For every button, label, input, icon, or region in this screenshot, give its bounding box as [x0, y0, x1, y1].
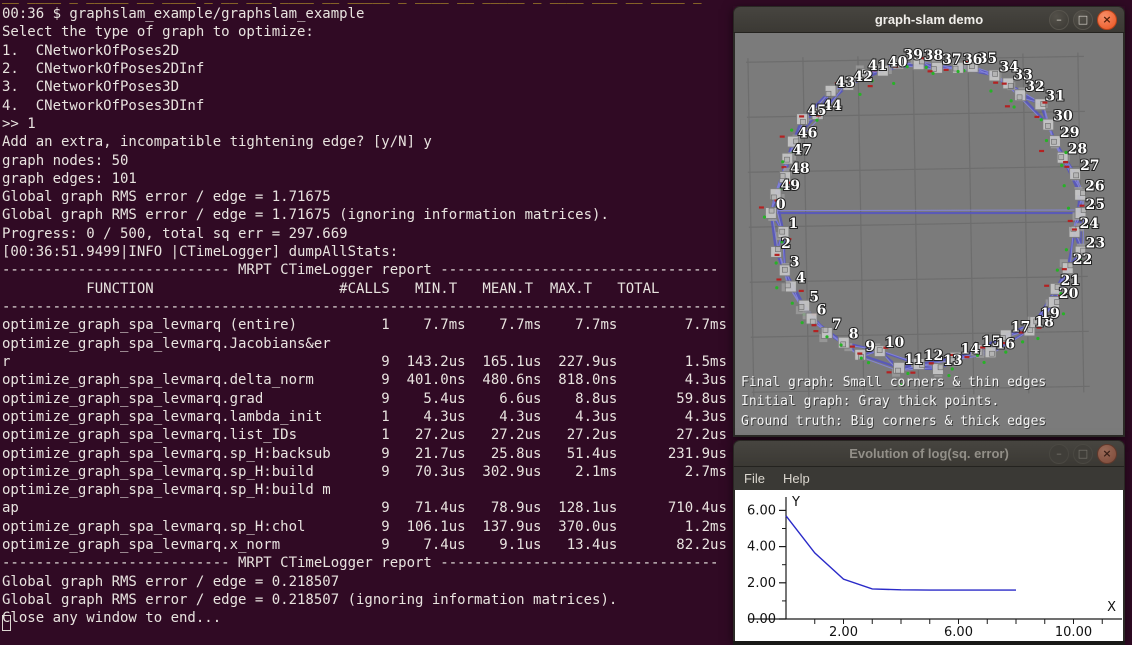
close-button[interactable]: × [1097, 444, 1117, 464]
graph-node-label: 40 [888, 55, 908, 71]
y-tick-label: 4.00 [747, 540, 776, 555]
close-button[interactable]: × [1097, 10, 1117, 30]
graph-node-label: 8 [849, 327, 859, 343]
y-tick-label: 6.00 [747, 503, 776, 518]
graph-node-label: 25 [1086, 197, 1105, 213]
plot-window-bottom-edge [733, 641, 1125, 645]
graph-node-label: 3 [790, 254, 800, 270]
graph-node-label: 46 [798, 126, 817, 142]
graph-node-label: 9 [865, 339, 875, 355]
graph-node-label: 47 [792, 143, 811, 159]
graph-window-title: graph-slam demo [875, 12, 983, 27]
graph-node-label: 19 [1040, 306, 1059, 322]
graph-node-label: 6 [817, 303, 827, 319]
graph-node-label: 1 [788, 216, 798, 232]
graph-node-label: 23 [1086, 236, 1105, 252]
error-plot-canvas: 0.00 2.00 4.00 6.00 2.00 6.00 10.00 Y X [735, 490, 1123, 641]
graph-node-label: 36 [963, 52, 982, 68]
graph-node-label: 11 [904, 352, 923, 368]
graph-window-titlebar[interactable]: graph-slam demo – □ × [733, 6, 1125, 33]
graph-node-label: 34 [999, 59, 1019, 75]
graph-node-label: 49 [781, 178, 800, 194]
graph-node-label: 12 [924, 348, 943, 364]
x-tick-label: 6.00 [944, 625, 973, 640]
graph-node-label: 29 [1060, 125, 1079, 141]
graph-node-label: 4 [796, 270, 806, 286]
graph-node-label: 7 [832, 317, 842, 333]
x-tick-label: 10.00 [1055, 625, 1092, 640]
graph-node-label: 37 [942, 52, 961, 68]
minimize-button[interactable]: – [1049, 10, 1069, 30]
graph-slam-demo-window: graph-slam demo – □ × 012345678910111213… [733, 6, 1125, 437]
graph-node-label: 27 [1080, 158, 1099, 174]
graph-node-label: 48 [790, 161, 809, 177]
graph-node-label: 14 [960, 342, 980, 358]
graph-node-label: 22 [1073, 252, 1092, 268]
graph-node-label: 31 [1045, 88, 1064, 104]
graph-legend: Final graph: Small corners & thin edges … [741, 373, 1046, 432]
graph-node-label: 26 [1085, 179, 1104, 195]
graph-node-label: 21 [1061, 273, 1080, 289]
desktop: { "terminal": { "clipped_top_text": "__ … [0, 0, 1132, 641]
minimize-button[interactable]: – [1049, 444, 1069, 464]
y-tick-label: 0.00 [747, 612, 776, 627]
plot-menubar: File Help [733, 467, 1125, 490]
error-plot-window: Evolution of log(sq. error) – □ × File H… [733, 440, 1125, 641]
graph-node-label: 2 [781, 236, 791, 252]
y-axis-label: Y [791, 495, 800, 510]
graph-node-label: 30 [1053, 109, 1073, 125]
graph-node-label: 24 [1079, 216, 1099, 232]
graph-node-label: 28 [1068, 142, 1087, 158]
maximize-button[interactable]: □ [1073, 444, 1093, 464]
maximize-button[interactable]: □ [1073, 10, 1093, 30]
graph-node-label: 38 [924, 48, 943, 64]
x-tick-label: 2.00 [829, 625, 858, 640]
plot-window-titlebar[interactable]: Evolution of log(sq. error) – □ × [733, 440, 1125, 467]
graph-node-label: 43 [836, 75, 855, 91]
graph-node-label: 0 [776, 197, 786, 213]
plot-window-title: Evolution of log(sq. error) [849, 446, 1009, 461]
graph-node-label: 42 [853, 69, 872, 85]
menu-help[interactable]: Help [783, 471, 810, 486]
menu-file[interactable]: File [744, 471, 765, 486]
y-tick-label: 2.00 [747, 576, 776, 591]
graph-node-label: 17 [1011, 319, 1030, 335]
graph-node-label: 10 [885, 335, 905, 351]
graph-3d-viewport[interactable]: 0123456789101112131415161718192021222324… [733, 33, 1125, 437]
terminal-cursor [2, 615, 11, 631]
graph-node-label: 16 [995, 336, 1014, 352]
x-axis-label: X [1107, 600, 1116, 615]
error-plot-area[interactable]: 0.00 2.00 4.00 6.00 2.00 6.00 10.00 Y X [733, 490, 1125, 641]
graph-node-label: 45 [807, 103, 826, 119]
